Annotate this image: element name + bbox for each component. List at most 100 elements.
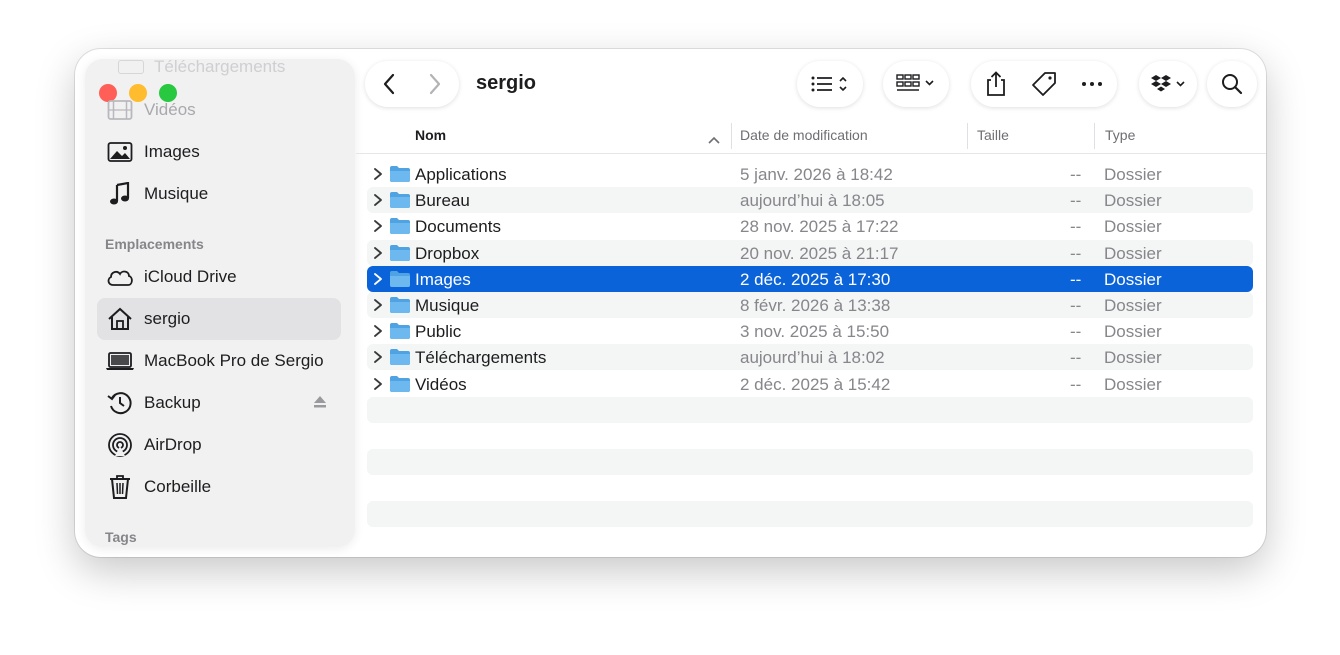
search-icon	[1222, 74, 1243, 95]
file-size: --	[1070, 243, 1082, 263]
disclosure-chevron-icon[interactable]	[373, 324, 383, 343]
disclosure-chevron-icon[interactable]	[373, 167, 383, 186]
tag-button[interactable]	[1020, 61, 1068, 107]
cloud-icon	[105, 262, 135, 292]
forward-button[interactable]	[412, 61, 458, 107]
airdrop-icon	[105, 430, 135, 460]
file-name: Musique	[415, 296, 480, 315]
sidebar-item-downloads-scrolled[interactable]: Téléchargements	[118, 59, 285, 77]
file-row[interactable]: Applications 5 janv. 2026 à 18:42 -- Dossie…	[367, 161, 1253, 187]
sidebar-item-macbook[interactable]: MacBook Pro de Sergio	[97, 340, 341, 382]
sidebar-item-airdrop[interactable]: AirDrop	[97, 424, 341, 466]
sort-ascending-icon[interactable]	[708, 131, 720, 149]
disclosure-chevron-icon[interactable]	[373, 272, 383, 291]
file-name: Applications	[415, 165, 507, 184]
file-type: Dossier	[1104, 322, 1162, 342]
file-name: Vidéos	[415, 374, 467, 394]
list-view-icon	[811, 76, 847, 92]
file-type: Dossier	[1104, 374, 1162, 394]
music-note-icon	[105, 179, 135, 209]
file-row[interactable]: Images 2 déc. 2025 à 17:30 -- Dossier	[367, 265, 1253, 293]
file-date: 28 nov. 2025 à 17:22	[740, 217, 899, 237]
file-name: Bureau	[415, 191, 470, 211]
file-row[interactable]: Bureau aujourd’hui à 18:05 -- Dossier	[367, 187, 1253, 214]
file-row[interactable]: Dropbox 20 nov. 2025 à 21:17 -- Dossier	[367, 239, 1253, 267]
folder-icon	[389, 270, 411, 293]
file-type: Dossier	[1104, 348, 1162, 368]
disclosure-chevron-icon[interactable]	[373, 193, 383, 212]
folder-icon	[389, 165, 411, 188]
chevron-left-icon	[383, 73, 395, 95]
sidebar-item-backup[interactable]: Backup	[97, 382, 341, 424]
file-type: Dossier	[1104, 243, 1162, 263]
file-type: Dossier	[1104, 191, 1162, 211]
file-row[interactable]: Musique 8 févr. 2026 à 13:38 -- Dossier	[367, 292, 1253, 318]
file-row[interactable]: Téléchargements aujourd’hui à 18:02 -- Doss…	[367, 344, 1253, 371]
group-grid-icon	[896, 74, 934, 91]
file-name: Documents	[415, 217, 501, 237]
back-button[interactable]	[366, 61, 412, 107]
file-date: 5 janv. 2026 à 18:42	[740, 165, 893, 184]
view-mode-button[interactable]	[797, 61, 863, 107]
sidebar-item-icloud-drive[interactable]: iCloud Drive	[97, 256, 341, 298]
column-divider[interactable]	[967, 123, 968, 149]
file-date: 8 févr. 2026 à 13:38	[740, 296, 891, 315]
file-size: --	[1070, 165, 1082, 184]
file-date: 2 déc. 2025 à 17:30	[740, 269, 891, 289]
file-size: --	[1070, 374, 1082, 394]
folder-icon	[389, 375, 411, 398]
sidebar: Téléchargements Vidéos Images Musique Em…	[85, 59, 355, 547]
file-type: Dossier	[1104, 217, 1162, 237]
file-type: Dossier	[1104, 165, 1162, 184]
file-name: Public	[415, 322, 462, 342]
disclosure-chevron-icon[interactable]	[373, 298, 383, 317]
column-divider[interactable]	[731, 123, 732, 149]
sidebar-item-trash[interactable]: Corbeille	[97, 466, 341, 508]
group-button[interactable]	[883, 61, 949, 107]
disclosure-chevron-icon[interactable]	[373, 219, 383, 238]
disclosure-chevron-icon[interactable]	[373, 377, 383, 396]
file-row[interactable]: Documents 28 nov. 2025 à 17:22 -- Dossier	[367, 213, 1253, 239]
file-type: Dossier	[1104, 269, 1162, 289]
file-name: Images	[415, 269, 471, 289]
file-name: Téléchargements	[415, 348, 547, 368]
column-header-size[interactable]: Taille	[977, 127, 1009, 143]
column-divider[interactable]	[1094, 123, 1095, 149]
sidebar-item-images[interactable]: Images	[97, 131, 341, 173]
file-date: aujourd’hui à 18:05	[740, 191, 885, 211]
file-size: --	[1070, 348, 1082, 368]
sidebar-item-sergio[interactable]: sergio	[97, 298, 341, 340]
file-date: aujourd’hui à 18:02	[740, 348, 885, 368]
column-header-type[interactable]: Type	[1105, 127, 1135, 143]
disclosure-chevron-icon[interactable]	[373, 246, 383, 265]
column-header-date[interactable]: Date de modification	[740, 127, 868, 143]
more-button[interactable]	[1068, 61, 1116, 107]
window-title: sergio	[476, 72, 537, 94]
share-button[interactable]	[972, 61, 1020, 107]
time-machine-icon	[105, 388, 135, 418]
share-icon	[987, 71, 1005, 96]
file-type: Dossier	[1104, 296, 1162, 315]
dropbox-button[interactable]	[1139, 61, 1197, 107]
file-size: --	[1070, 296, 1082, 315]
file-size: --	[1070, 322, 1082, 342]
disclosure-chevron-icon[interactable]	[373, 350, 383, 369]
laptop-icon	[105, 346, 135, 376]
file-row[interactable]: Public 3 nov. 2025 à 15:50 -- Dossier	[367, 318, 1253, 344]
navigation-controls	[365, 61, 459, 107]
dropbox-icon	[1151, 75, 1185, 92]
sidebar-item-videos[interactable]: Vidéos	[97, 89, 341, 131]
eject-icon[interactable]	[313, 395, 327, 414]
finder-window: Téléchargements Vidéos Images Musique Em…	[75, 49, 1266, 557]
column-header-name[interactable]: Nom	[415, 127, 446, 143]
header-divider	[356, 153, 1266, 154]
folder-icon	[389, 191, 411, 214]
file-row[interactable]: Vidéos 2 déc. 2025 à 15:42 -- Dossier	[367, 371, 1253, 397]
search-button[interactable]	[1207, 61, 1257, 107]
section-title-tags: Tags	[105, 529, 137, 545]
empty-row-stripe	[367, 397, 1253, 423]
empty-row-stripe	[367, 501, 1253, 527]
sidebar-item-music[interactable]: Musique	[97, 173, 341, 215]
file-date: 2 déc. 2025 à 15:42	[740, 374, 891, 394]
folder-icon	[389, 244, 411, 267]
